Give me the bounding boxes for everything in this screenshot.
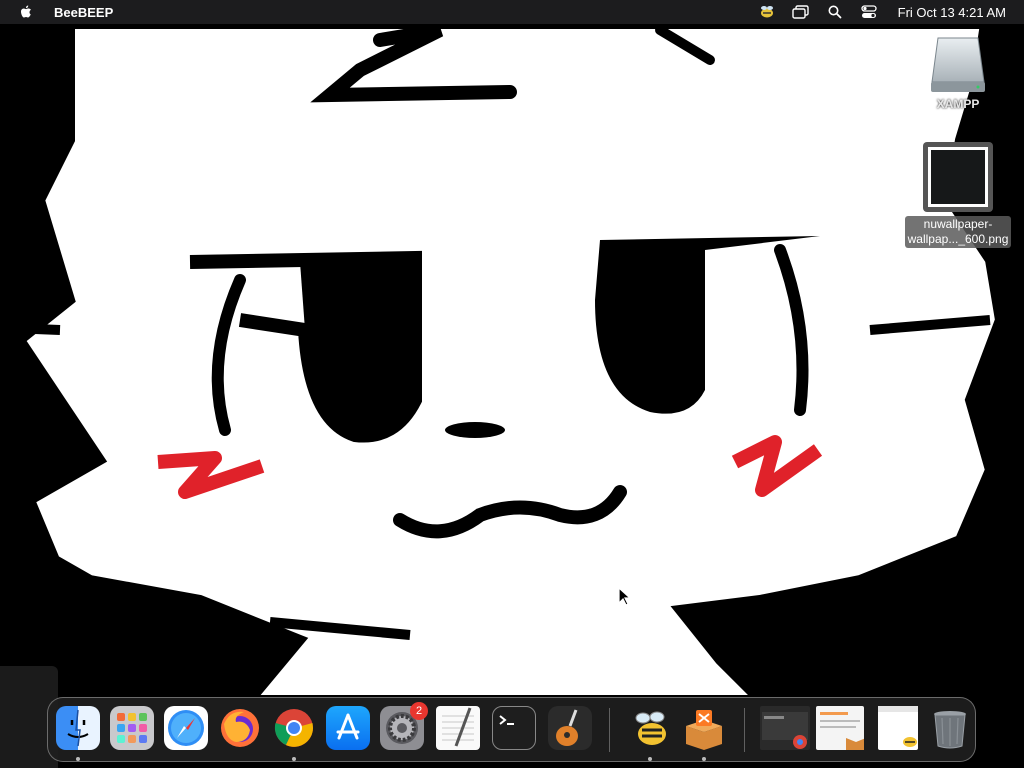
chrome-window-thumbnail[interactable] (760, 706, 810, 750)
active-app-name[interactable]: BeeBEEP (54, 5, 113, 20)
firefox-icon[interactable] (218, 706, 262, 750)
xampp-window-thumbnail[interactable] (816, 706, 866, 750)
launchpad-icon[interactable] (110, 706, 154, 750)
desktop-item-wallpaper-file[interactable]: nuwallpaper- wallpap..._600.png (903, 142, 1013, 248)
terminal-icon[interactable] (492, 706, 536, 750)
garageband-icon[interactable] (548, 706, 592, 750)
textedit-icon[interactable] (436, 706, 480, 750)
xampp-icon[interactable] (682, 706, 726, 750)
mouse-cursor-icon (618, 587, 632, 606)
app-store-icon[interactable] (326, 706, 370, 750)
system-settings-icon[interactable]: 2 (380, 702, 428, 750)
safari-icon[interactable] (164, 706, 208, 750)
apple-icon[interactable] (18, 4, 34, 20)
menu-bar: BeeBEEP Fri Oct 13 4:21 AM (0, 0, 1024, 24)
desktop-wallpaper (0, 0, 1024, 768)
notification-badge: 2 (410, 702, 428, 720)
image-file-icon (923, 142, 993, 212)
control-center-icon[interactable] (858, 3, 880, 21)
window-switch-icon[interactable] (790, 3, 812, 21)
drive-icon (928, 34, 988, 96)
desktop-item-xampp[interactable]: XAMPP (903, 34, 1013, 113)
finder-icon[interactable] (56, 706, 100, 750)
menubar-clock[interactable]: Fri Oct 13 4:21 AM (898, 5, 1006, 20)
chrome-icon[interactable] (272, 706, 316, 750)
spotlight-search-icon[interactable] (824, 3, 846, 21)
desktop-item-label: XAMPP (936, 97, 980, 111)
trash-icon[interactable] (928, 706, 972, 750)
dock: 2 (47, 697, 976, 762)
beebeep-status-icon[interactable] (756, 3, 778, 21)
beebeep-icon[interactable] (628, 706, 672, 750)
beebeep-window-thumbnail[interactable] (878, 706, 918, 750)
desktop-item-label: nuwallpaper- wallpap..._600.png (904, 216, 1012, 248)
